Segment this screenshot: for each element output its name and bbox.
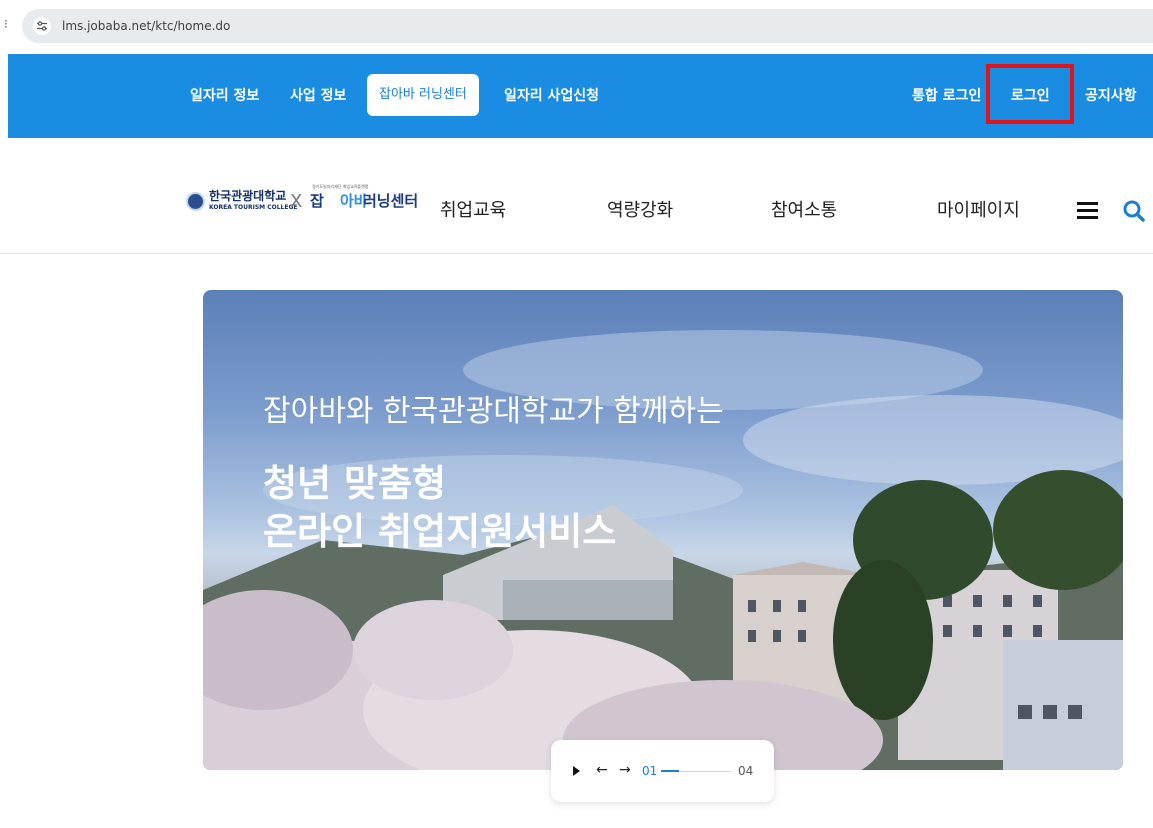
hamburger-menu-icon[interactable] [1077,202,1098,220]
slide-progress-fill [661,770,679,772]
main-navigation: 한국관광대학교 KOREA TOURISM COLLEGE X 경기도일자리재단… [0,138,1153,254]
hero-subtitle: 잡아바와 한국관광대학교가 함께하는 [263,394,724,429]
search-icon[interactable] [1122,199,1146,223]
play-icon[interactable] [573,766,580,776]
top-link-business-info[interactable]: 사업 정보 [290,87,346,105]
hero-title-line2: 온라인 취업지원서비스 [263,510,617,553]
site-info-icon[interactable] [33,17,51,35]
hero-banner[interactable]: 잡아바와 한국관광대학교가 함께하는 청년 맞춤형 온라인 취업지원서비스 [203,290,1123,770]
logo-korean-name: 한국관광대학교 [209,189,287,203]
slide-total-pages: 04 [738,764,754,778]
hero-title-line1: 청년 맞춤형 [263,462,447,505]
logo-english-name: KOREA TOURISM COLLEGE [209,204,298,211]
logo-jobaba-part1: 잡 [310,192,324,210]
top-link-login[interactable]: 로그인 [1011,87,1050,105]
slide-progress-bar [661,770,731,772]
nav-item-participation[interactable]: 참여소통 [771,199,837,223]
nav-item-employment-education[interactable]: 취업교육 [440,199,506,223]
logo-separator: X [290,191,303,212]
slide-current-page: 01 [642,764,658,778]
top-link-integrated-login[interactable]: 통합 로그인 [912,87,981,105]
url-text[interactable]: lms.jobaba.net/ktc/home.do [62,18,230,34]
arrow-right-icon[interactable]: → [619,762,631,778]
top-link-notice[interactable]: 공지사항 [1085,87,1137,105]
top-link-learning-center[interactable]: 잡아바 러닝센터 [367,74,479,116]
arrow-left-icon[interactable]: ← [596,762,608,778]
hero-title: 청년 맞춤형 온라인 취업지원서비스 [263,460,616,556]
slider-control: ← → 01 04 [551,740,774,802]
logo-jobaba-tag: 경기도일자리재단 취업교육플랫폼 [312,184,369,189]
url-bar[interactable]: lms.jobaba.net/ktc/home.do [22,9,1153,43]
nav-item-mypage[interactable]: 마이페이지 [937,199,1020,223]
site-logo[interactable]: 한국관광대학교 KOREA TOURISM COLLEGE X 경기도일자리재단… [186,184,418,218]
nav-item-capability-building[interactable]: 역량강화 [607,199,673,223]
top-navigation-bar: 일자리 정보 사업 정보 잡아바 러닝센터 일자리 사업신청 통합 로그인 로그… [8,54,1153,138]
top-link-job-info[interactable]: 일자리 정보 [190,87,259,105]
browser-address-bar: ⁝ lms.jobaba.net/ktc/home.do [0,0,1153,52]
top-link-job-program-apply[interactable]: 일자리 사업신청 [504,87,599,105]
logo-jobaba-part3: 러닝센터 [363,192,419,210]
more-icon[interactable]: ⁝ [4,18,8,30]
college-emblem-icon [186,192,205,211]
